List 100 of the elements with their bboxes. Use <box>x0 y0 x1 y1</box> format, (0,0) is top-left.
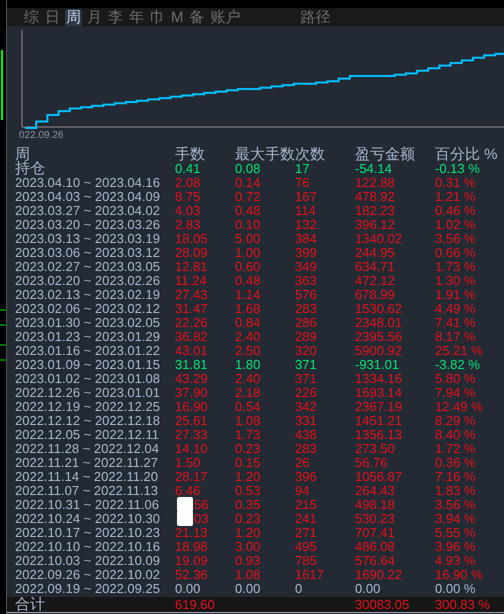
table-cell: 3.00 <box>235 540 260 554</box>
week-range: 2023.01.23 ~ 2023.01.29 <box>15 330 160 344</box>
week-range: 2022.09.19 ~ 2022.09.25 <box>15 582 160 596</box>
period-tab[interactable]: 备 <box>188 8 206 26</box>
table-cell: 478.92 <box>355 190 395 204</box>
table-cell: 36.82 <box>175 330 208 344</box>
table-cell: 438 <box>295 428 317 442</box>
table-cell: 27.43 <box>175 288 208 302</box>
table-cell: 12.81 <box>175 260 208 274</box>
week-range: 2023.02.27 ~ 2023.03.05 <box>15 260 160 274</box>
table-cell: 1.00 <box>235 246 260 260</box>
table-cell: 371 <box>295 358 317 372</box>
table-cell: 94 <box>295 484 310 498</box>
period-tab[interactable]: 年 <box>128 8 145 26</box>
table-cell: 0.31 % <box>435 176 476 190</box>
week-range: 2023.01.16 ~ 2023.01.22 <box>15 344 160 358</box>
table-cell: 0.53 <box>235 484 260 498</box>
table-cell: 26 <box>295 456 310 470</box>
table-cell: 52.36 <box>175 568 208 582</box>
table-cell: 28.17 <box>175 470 208 484</box>
table-cell: 1690.22 <box>355 568 402 582</box>
table-cell: 1334.16 <box>355 372 402 386</box>
period-tab[interactable]: 周 <box>65 8 82 26</box>
axis-date-label: 022.09.26 <box>19 130 64 141</box>
table-cell: 2.40 <box>235 372 260 386</box>
table-cell: 619.60 <box>175 598 215 612</box>
table-cell: 0.00 % <box>435 582 476 596</box>
table-cell: 1.80 <box>235 358 260 372</box>
table-cell: 0.23 <box>235 512 260 526</box>
table-cell: 283 <box>295 442 317 456</box>
table-cell: 12.49 % <box>435 400 483 414</box>
table-cell: 244.95 <box>355 246 395 260</box>
table-cell: 0.10 <box>235 218 260 232</box>
week-range: 2022.09.26 ~ 2022.10.02 <box>15 568 160 582</box>
table-cell: 5900.92 <box>355 344 402 358</box>
period-tab[interactable]: 李 <box>107 8 124 26</box>
table-cell: 0.48 <box>235 274 260 288</box>
table-cell: 30083.05 <box>355 598 410 612</box>
week-range: 2022.11.14 ~ 2022.11.20 <box>15 470 158 484</box>
table-cell: 0.66 % <box>435 246 476 260</box>
table-cell: 0.84 <box>235 316 260 330</box>
table-cell: 320 <box>295 344 317 358</box>
table-cell: 576.64 <box>355 554 395 568</box>
row-label: 合计 <box>15 598 45 612</box>
period-tab[interactable]: 巾 <box>149 8 166 26</box>
period-tab[interactable]: 账户 <box>210 8 242 26</box>
table-cell: 289 <box>295 330 317 344</box>
table-cell: 1.08 <box>235 568 260 582</box>
table-cell: 182.23 <box>355 204 395 218</box>
table-cell: -54.14 <box>355 162 392 176</box>
week-range: 2022.10.17 ~ 2022.10.23 <box>15 526 160 540</box>
table-cell: 14.10 <box>175 442 208 456</box>
period-tab[interactable]: 综 <box>23 8 40 26</box>
table-cell: 1.08 <box>235 414 260 428</box>
table-cell: 7.41 % <box>435 316 476 330</box>
table-cell: 2.18 <box>235 386 260 400</box>
table-cell: 363 <box>295 274 317 288</box>
table-cell: 6.46 <box>175 484 200 498</box>
week-range: 2023.01.09 ~ 2023.01.15 <box>15 358 160 372</box>
period-tab[interactable]: 月 <box>86 8 103 26</box>
table-cell: 576 <box>295 288 317 302</box>
table-cell: 349 <box>295 260 317 274</box>
table-cell: 5.00 <box>235 232 260 246</box>
table-cell: 11.24 <box>175 274 207 288</box>
table-cell: 399 <box>295 246 317 260</box>
week-range: 2023.02.20 ~ 2023.02.26 <box>15 274 160 288</box>
table-cell: 3.56 % <box>435 498 476 512</box>
week-range: 2022.11.21 ~ 2022.11.27 <box>15 456 158 470</box>
table-cell: 22.26 <box>175 316 208 330</box>
table-cell: 5.80 % <box>435 372 476 386</box>
table-cell: 271 <box>295 526 317 540</box>
table-cell: 486.08 <box>355 540 395 554</box>
period-tab[interactable]: 路径 <box>300 8 332 26</box>
table-cell: 0.60 <box>235 260 260 274</box>
table-cell: 25.21 % <box>435 344 483 358</box>
table-cell: 43.29 <box>175 372 208 386</box>
week-range: 2023.03.27 ~ 2023.04.02 <box>15 204 160 218</box>
week-range: 2022.10.24 ~ 2022.10.30 <box>15 512 160 526</box>
period-tab[interactable]: 日 <box>44 8 61 26</box>
table-cell: 226 <box>295 386 317 400</box>
week-range: 2022.12.26 ~ 2023.01.01 <box>15 386 160 400</box>
table-cell: 0 <box>295 582 302 596</box>
table-cell: 3.96 % <box>435 540 476 554</box>
table-cell: 1617 <box>295 568 324 582</box>
table-cell: 114 <box>295 204 316 218</box>
table-cell: 56 <box>194 498 208 512</box>
table-cell: 37.90 <box>175 386 208 400</box>
table-cell: 2.40 <box>235 330 260 344</box>
table-cell: 0.93 <box>235 554 260 568</box>
table-cell: 495 <box>295 540 317 554</box>
week-range: 2023.03.06 ~ 2023.03.12 <box>15 246 160 260</box>
table-cell: 1.50 <box>175 456 200 470</box>
table-cell: 0.72 <box>235 190 260 204</box>
table-cell: 3.56 % <box>435 232 476 246</box>
week-range: 2022.12.19 ~ 2022.12.25 <box>15 400 160 414</box>
period-tab[interactable]: M <box>170 8 184 26</box>
table-cell: 371 <box>295 372 317 386</box>
table-cell: 1.30 % <box>435 274 476 288</box>
table-cell: 2.08 <box>175 176 200 190</box>
table-cell: 1.14 <box>235 288 260 302</box>
